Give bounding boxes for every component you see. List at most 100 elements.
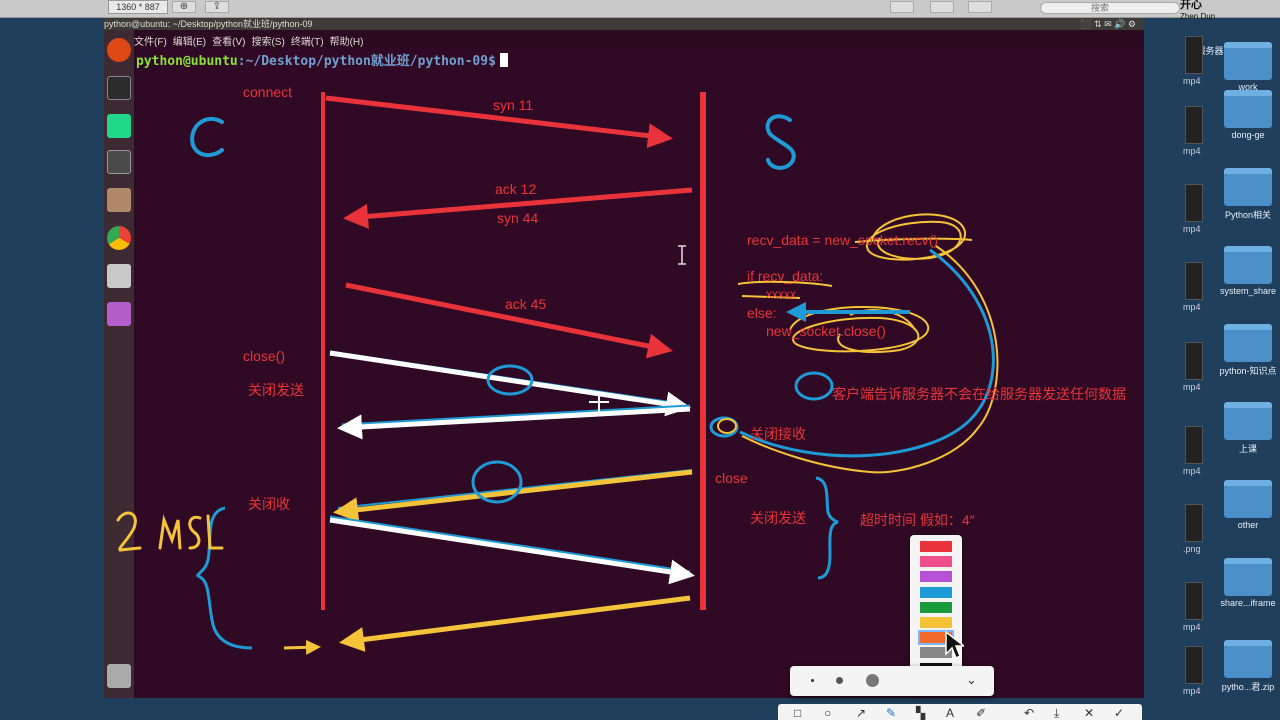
timeout-label: 超时时间 假如：4″ [860, 512, 975, 528]
server-close-send-label: 关闭发送 [750, 510, 806, 526]
desktop-icon-label: 上课 [1238, 444, 1257, 454]
ubuntu-launcher [104, 30, 134, 698]
pen-tool-icon[interactable]: ✎ [886, 706, 896, 720]
color-swatch[interactable] [920, 601, 952, 613]
code-line-1: recv_data = new_socket.recv() [747, 232, 939, 248]
resolution-label: 1360 * 887 [108, 0, 168, 14]
note-label: 客户端告诉服务器不会在给服务器发送任何数据 [832, 386, 1126, 402]
brush-size-medium[interactable] [836, 677, 843, 684]
video-thumbnail[interactable] [1185, 342, 1203, 380]
close-send-label: 关闭发送 [248, 382, 304, 398]
video-thumbnail[interactable] [1185, 582, 1203, 620]
desktop-folder-icon[interactable]: 上课 [1218, 402, 1278, 455]
files-icon[interactable] [107, 188, 131, 212]
download-icon[interactable]: ⤓ [1054, 706, 1059, 720]
undo-icon[interactable]: ↶ [1024, 706, 1034, 720]
color-swatch[interactable] [920, 586, 952, 598]
pen-tool-button[interactable] [890, 1, 914, 13]
video-thumbnail[interactable] [1185, 106, 1203, 144]
mac-menubar: 1360 * 887 ⊕ ⇪ 搜索 [0, 0, 1280, 18]
connect-label: connect [243, 84, 293, 100]
mosaic-tool-icon[interactable]: ▚ [916, 706, 925, 720]
syn44-label: syn 44 [497, 210, 539, 226]
desktop-folder-icon[interactable]: Python相关 [1218, 168, 1278, 221]
menu-item[interactable]: 终端(T) [291, 37, 324, 48]
folder-icon [1224, 480, 1272, 518]
desktop-icon-label: dong-ge [1231, 130, 1265, 140]
menu-item[interactable]: 帮助(H) [330, 37, 364, 48]
menu-item[interactable]: 文件(F) [134, 37, 167, 48]
window-titlebar: python@ubuntu: ~/Desktop/python就业班/pytho… [104, 18, 1144, 30]
code-line-5: new_socket.close() [766, 323, 886, 339]
color-swatch[interactable] [920, 556, 952, 568]
thumbnail-label: .png [1183, 544, 1201, 554]
brush-size-large[interactable] [866, 674, 879, 687]
close-icon[interactable]: ✕ [1084, 706, 1094, 720]
thumbnail-label: mp4 [1183, 76, 1201, 86]
zoom-icon[interactable]: ⊕ [172, 1, 196, 13]
color-swatch[interactable] [920, 571, 952, 583]
search-input[interactable]: 搜索 [1040, 2, 1180, 14]
thumbnail-label: mp4 [1183, 686, 1201, 696]
ellipse-tool-icon[interactable]: ○ [824, 706, 831, 720]
annotation-toolbar: □ ○ ↗ ✎ ▚ A ✐ ↶ ⤓ ✕ ✓ [778, 704, 1142, 720]
folder-icon [1224, 558, 1272, 596]
folder-icon [1224, 90, 1272, 128]
confirm-icon[interactable]: ✓ [1114, 706, 1124, 720]
desktop-folder-icon[interactable]: system_share [1218, 246, 1278, 296]
desktop-folder-icon[interactable]: work [1218, 42, 1278, 92]
video-thumbnail[interactable] [1185, 36, 1203, 74]
terminal-cursor [499, 53, 508, 67]
menu-item[interactable]: 查看(V) [212, 37, 245, 48]
brush-size-small[interactable] [811, 679, 814, 682]
desktop-folder-icon[interactable]: share...iframe [1218, 558, 1278, 608]
pycharm-icon[interactable] [107, 114, 131, 138]
desktop-folder-icon[interactable]: other [1218, 480, 1278, 530]
mouse-pointer-icon [945, 630, 964, 660]
terminal-body[interactable]: python@ubuntu:~/Desktop/python就业班/python… [136, 48, 1144, 698]
desktop-icon-label: Python相关 [1224, 210, 1272, 220]
video-thumbnail[interactable] [1185, 426, 1203, 464]
video-thumbnail[interactable] [1185, 262, 1203, 300]
desktop-folder-icon[interactable]: pytho...君.zip [1218, 640, 1278, 693]
video-thumbnail[interactable] [1185, 646, 1203, 684]
ack45-label: ack 45 [505, 296, 547, 312]
share-icon[interactable]: ⇪ [205, 1, 229, 13]
desktop-icon-label: pytho...君.zip [1221, 682, 1275, 692]
brush-size-bar: ⌄ [790, 666, 994, 696]
terminal-prompt: python@ubuntu:~/Desktop/python就业班/python… [136, 50, 508, 69]
color-swatch[interactable] [920, 617, 952, 628]
rotate-button[interactable] [930, 1, 954, 13]
trash-icon[interactable] [107, 664, 131, 688]
sublime-icon[interactable] [107, 150, 131, 174]
workspace-icon[interactable] [107, 302, 131, 326]
video-thumbnail[interactable] [1185, 184, 1203, 222]
color-swatch[interactable] [920, 541, 952, 552]
close-recv-client-label: 关闭收 [248, 496, 290, 512]
toolbox-button[interactable] [968, 1, 992, 13]
chevron-down-icon[interactable]: ⌄ [966, 672, 977, 688]
prompt-user: python@ubuntu [136, 54, 238, 69]
code-line-4: else: [747, 305, 777, 321]
video-thumbnail[interactable] [1185, 504, 1203, 542]
chrome-icon[interactable] [107, 226, 131, 250]
highlighter-tool-icon[interactable]: ✐ [976, 706, 986, 720]
desktop-folder-icon[interactable]: python-知识点 [1218, 324, 1278, 377]
dash-icon[interactable] [107, 38, 131, 62]
desktop-folder-icon[interactable]: dong-ge [1218, 90, 1278, 140]
window-title: python@ubuntu: ~/Desktop/python就业班/pytho… [104, 19, 313, 29]
watermark-title: 开心 [1180, 0, 1202, 11]
ack12-label: ack 12 [495, 181, 537, 197]
desktop-icon-label: system_share [1219, 286, 1277, 296]
watermark-subtitle: Zhen Dun [1180, 12, 1216, 21]
menu-item[interactable]: 编辑(E) [173, 37, 206, 48]
menu-item[interactable]: 搜索(S) [251, 37, 284, 48]
server-close-label: close [715, 470, 748, 486]
desktop-icon-label: other [1237, 520, 1259, 530]
syn11-label: syn 11 [493, 97, 534, 113]
text-tool-icon[interactable]: A [946, 706, 954, 720]
settings-icon[interactable] [107, 264, 131, 288]
arrow-tool-icon[interactable]: ↗ [856, 706, 866, 720]
terminal-icon[interactable] [107, 76, 131, 100]
rectangle-tool-icon[interactable]: □ [794, 706, 801, 720]
